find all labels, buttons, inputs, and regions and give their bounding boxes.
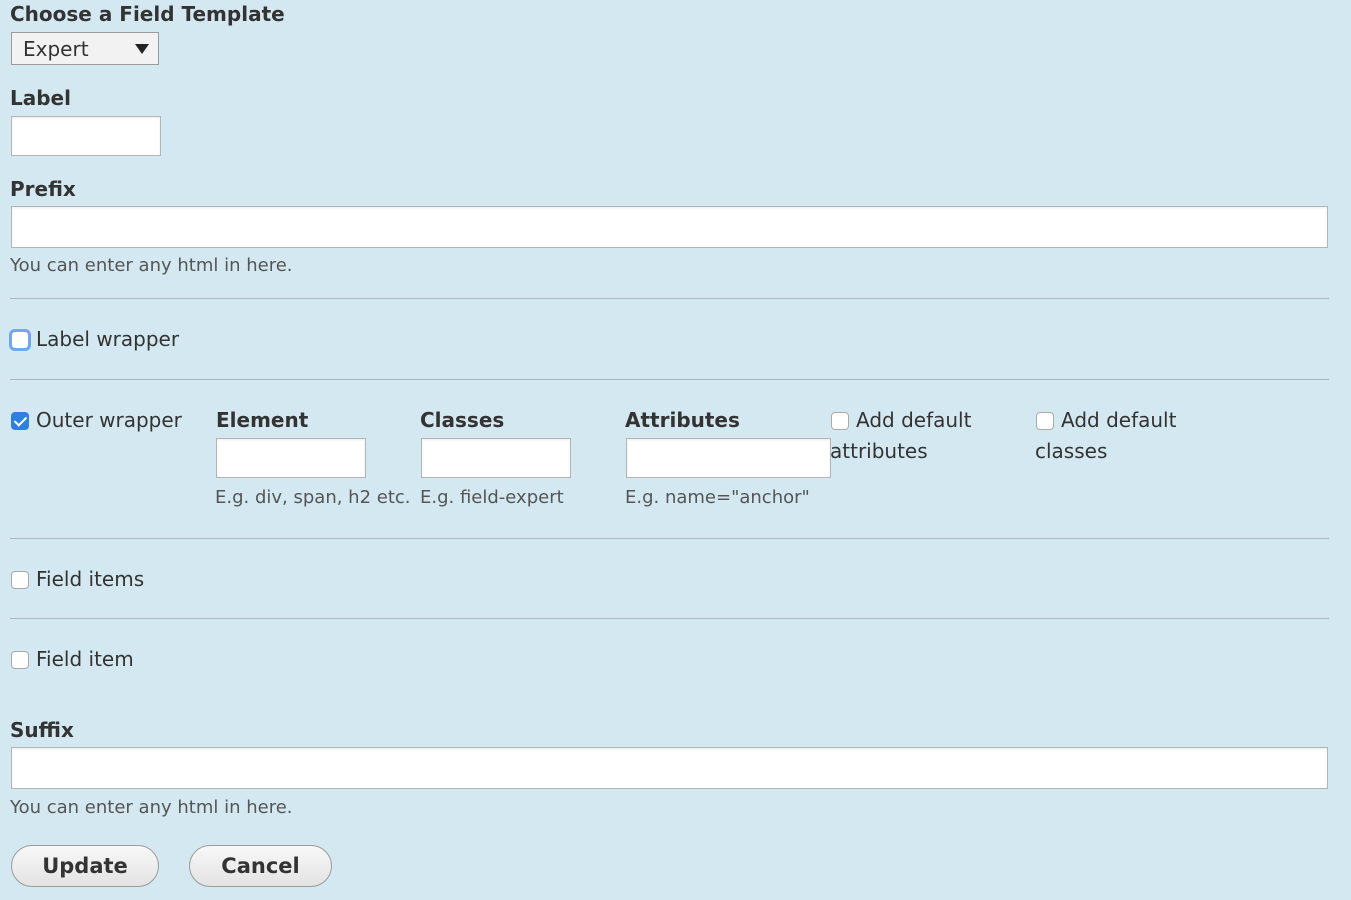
divider	[10, 618, 1329, 619]
attributes-input[interactable]	[626, 438, 831, 478]
suffix-input[interactable]	[11, 747, 1328, 789]
prefix-help: You can enter any html in here.	[10, 255, 293, 276]
prefix-input[interactable]	[11, 206, 1328, 248]
field-item-label: Field item	[36, 647, 134, 671]
outer-wrapper-checkbox[interactable]	[11, 412, 29, 430]
chevron-down-icon	[135, 44, 149, 54]
label-wrapper-checkbox[interactable]	[11, 331, 29, 349]
classes-help: E.g. field-expert	[420, 487, 564, 508]
add-default-classes-label-line1: Add default	[1061, 408, 1177, 432]
element-help: E.g. div, span, h2 etc.	[215, 487, 411, 508]
prefix-label: Prefix	[10, 177, 76, 201]
field-item-checkbox[interactable]	[11, 651, 29, 669]
divider	[10, 379, 1329, 380]
field-items-label: Field items	[36, 567, 145, 591]
label-field-label: Label	[10, 86, 71, 110]
classes-label: Classes	[420, 408, 505, 432]
attributes-help: E.g. name="anchor"	[625, 487, 810, 508]
suffix-label: Suffix	[10, 718, 74, 742]
classes-input[interactable]	[421, 438, 571, 478]
add-default-attributes-label-line1: Add default	[856, 408, 972, 432]
label-wrapper-label: Label wrapper	[36, 327, 180, 351]
outer-wrapper-label: Outer wrapper	[36, 408, 182, 432]
cancel-button[interactable]: Cancel	[189, 845, 332, 887]
divider	[10, 538, 1329, 539]
field-items-checkbox[interactable]	[11, 571, 29, 589]
template-select-value: Expert	[23, 37, 89, 61]
element-label: Element	[216, 408, 309, 432]
element-input[interactable]	[216, 438, 366, 478]
update-button[interactable]: Update	[11, 845, 159, 887]
label-input[interactable]	[11, 116, 161, 156]
add-default-classes-label-line2: classes	[1035, 439, 1108, 463]
template-label: Choose a Field Template	[10, 2, 285, 26]
suffix-help: You can enter any html in here.	[10, 797, 293, 818]
add-default-attributes-label-line2: attributes	[830, 439, 928, 463]
attributes-label: Attributes	[625, 408, 740, 432]
template-select[interactable]: Expert	[11, 32, 159, 65]
divider	[10, 298, 1329, 299]
add-default-attributes-checkbox[interactable]	[831, 412, 849, 430]
add-default-classes-checkbox[interactable]	[1036, 412, 1054, 430]
